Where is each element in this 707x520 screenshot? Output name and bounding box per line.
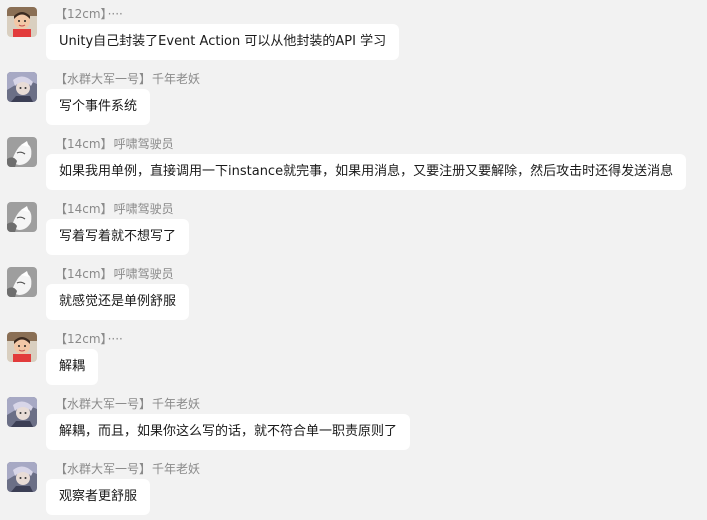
sender-nickname: 千年老妖 (152, 397, 201, 411)
sender-name[interactable]: 【水群大军一号】千年老妖 (55, 461, 200, 477)
sender-name[interactable]: 【14cm】呼啸驾驶员 (55, 201, 174, 217)
message-item: 【14cm】呼啸驾驶员 如果我用单例，直接调用一下instance就完事，如果用… (0, 130, 707, 195)
sender-group-tag: 【14cm】 (55, 137, 113, 151)
message-item: 【14cm】呼啸驾驶员 写着写着就不想写了 (0, 195, 707, 260)
user-avatar[interactable] (7, 137, 37, 167)
message-bubble[interactable]: 写个事件系统 (46, 89, 151, 125)
message-item: 【水群大军一号】千年老妖 观察者更舒服 (0, 455, 707, 520)
message-item: 【12cm】···· Unity自己封装了Event Action 可以从他封装… (0, 0, 707, 65)
sender-name[interactable]: 【12cm】···· (55, 6, 123, 22)
message-bubble[interactable]: 解耦，而且，如果你这么写的话，就不符合单一职责原则了 (46, 414, 411, 450)
sender-group-tag: 【12cm】 (55, 332, 107, 346)
sender-nickname: 千年老妖 (152, 72, 201, 86)
message-item: 【14cm】呼啸驾驶员 就感觉还是单例舒服 (0, 260, 707, 325)
message-bubble[interactable]: Unity自己封装了Event Action 可以从他封装的API 学习 (46, 24, 400, 60)
message-bubble[interactable]: 就感觉还是单例舒服 (46, 284, 190, 320)
sender-group-tag: 【14cm】 (55, 202, 113, 216)
user-avatar[interactable] (7, 72, 37, 102)
sender-nickname: 千年老妖 (152, 462, 201, 476)
user-avatar[interactable] (7, 202, 37, 232)
sender-group-tag: 【水群大军一号】 (55, 397, 152, 411)
message-item: 【水群大军一号】千年老妖 解耦，而且，如果你这么写的话，就不符合单一职责原则了 (0, 390, 707, 455)
sender-nickname: 呼啸驾驶员 (113, 267, 174, 281)
user-avatar[interactable] (7, 397, 37, 427)
message-item: 【水群大军一号】千年老妖 写个事件系统 (0, 65, 707, 130)
sender-name[interactable]: 【水群大军一号】千年老妖 (55, 71, 200, 87)
sender-nickname: ···· (107, 7, 123, 21)
sender-nickname: ···· (107, 332, 123, 346)
user-avatar[interactable] (7, 267, 37, 297)
message-bubble[interactable]: 解耦 (46, 349, 99, 385)
user-avatar[interactable] (7, 332, 37, 362)
message-bubble[interactable]: 观察者更舒服 (46, 479, 151, 515)
user-avatar[interactable] (7, 462, 37, 492)
sender-name[interactable]: 【水群大军一号】千年老妖 (55, 396, 200, 412)
sender-name[interactable]: 【14cm】呼啸驾驶员 (55, 266, 174, 282)
sender-name[interactable]: 【12cm】···· (55, 331, 123, 347)
user-avatar[interactable] (7, 7, 37, 37)
sender-name[interactable]: 【14cm】呼啸驾驶员 (55, 136, 174, 152)
sender-nickname: 呼啸驾驶员 (113, 137, 174, 151)
message-bubble[interactable]: 写着写着就不想写了 (46, 219, 190, 255)
sender-group-tag: 【水群大军一号】 (55, 462, 152, 476)
message-item: 【12cm】···· 解耦 (0, 325, 707, 390)
sender-group-tag: 【水群大军一号】 (55, 72, 152, 86)
sender-group-tag: 【14cm】 (55, 267, 113, 281)
message-bubble[interactable]: 如果我用单例，直接调用一下instance就完事，如果用消息，又要注册又要解除，… (46, 154, 687, 190)
sender-nickname: 呼啸驾驶员 (113, 202, 174, 216)
sender-group-tag: 【12cm】 (55, 7, 107, 21)
